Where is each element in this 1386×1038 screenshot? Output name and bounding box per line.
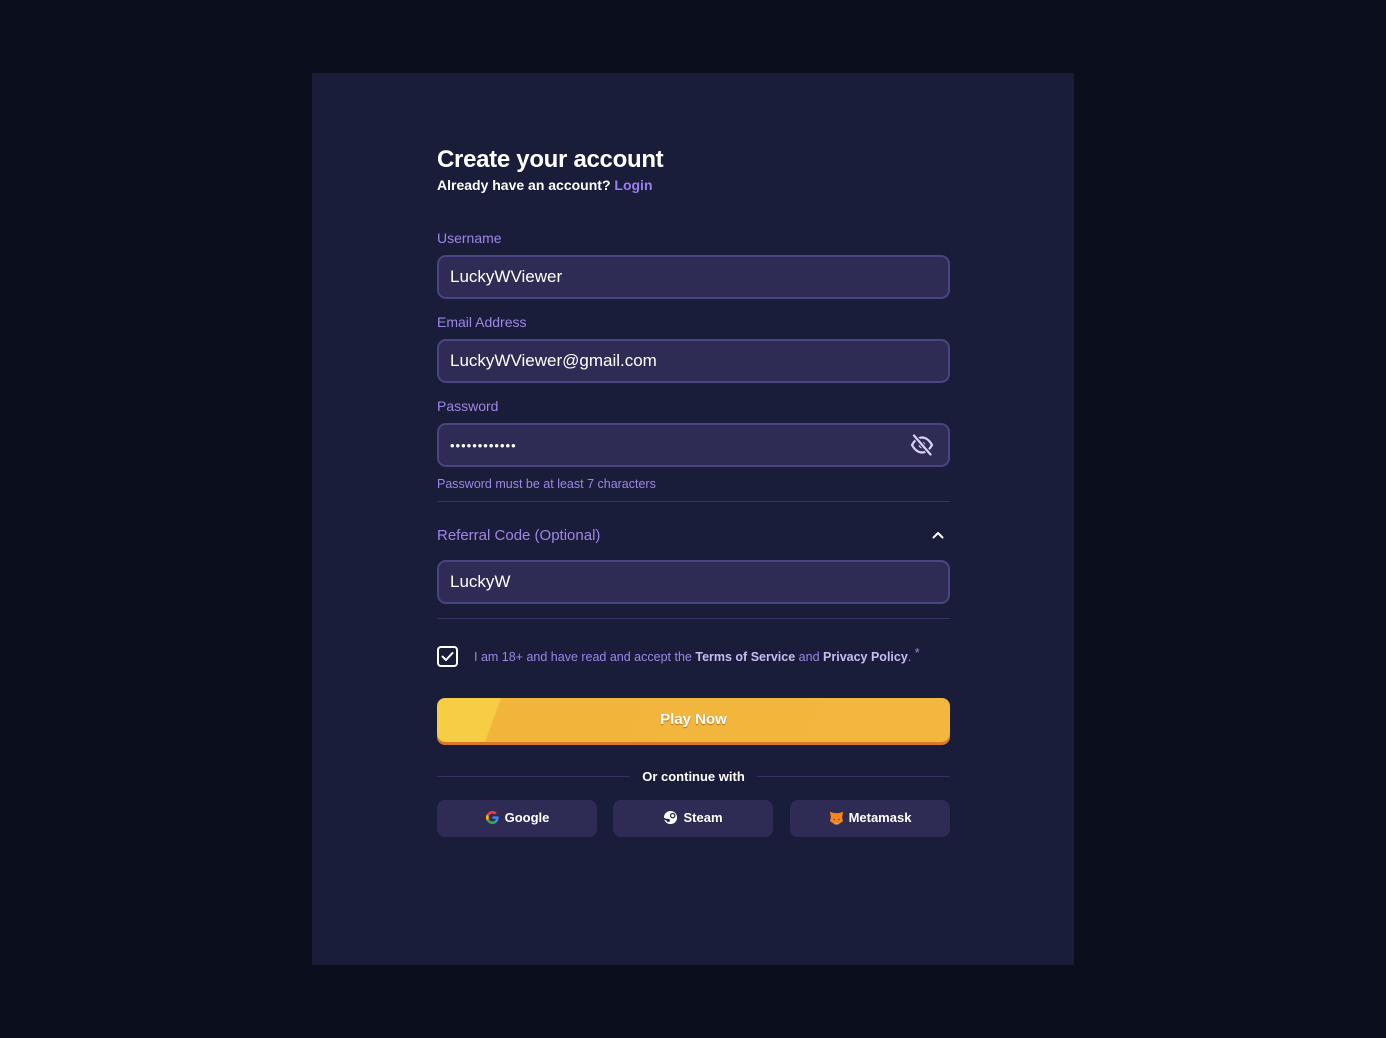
login-link[interactable]: Login (614, 177, 652, 193)
referral-code-toggle[interactable]: Referral Code (Optional) (437, 525, 950, 547)
referral-label: Referral Code (Optional) (437, 527, 601, 544)
referral-field-wrapper (437, 560, 950, 604)
google-label: Google (504, 810, 550, 825)
steam-label: Steam (683, 810, 723, 825)
terms-text-after: . (907, 650, 912, 664)
chevron-up-icon (932, 532, 944, 539)
play-now-button[interactable]: Play Now (437, 698, 950, 742)
email-input[interactable] (450, 341, 890, 381)
metamask-login-button[interactable]: Metamask (790, 800, 950, 837)
username-input[interactable] (450, 257, 890, 297)
password-label: Password (437, 398, 499, 414)
email-field-wrapper (437, 339, 950, 383)
username-label: Username (437, 230, 502, 246)
metamask-icon (829, 811, 843, 825)
required-mark: * (914, 646, 920, 660)
divider (437, 618, 950, 619)
eye-off-icon (910, 434, 934, 456)
terms-text-and: and (798, 650, 820, 664)
or-continue-with-text: Or continue with (642, 769, 745, 784)
play-now-label: Play Now (660, 711, 727, 728)
email-label: Email Address (437, 314, 527, 330)
checkmark-icon (441, 652, 454, 661)
terms-of-service-link[interactable]: Terms of Service (695, 650, 795, 664)
terms-text: I am 18+ and have read and accept the Te… (474, 646, 920, 664)
password-input[interactable] (450, 425, 890, 465)
google-login-button[interactable]: Google (437, 800, 597, 837)
steam-icon (663, 810, 678, 825)
login-prompt-text: Already have an account? (437, 177, 611, 193)
username-field-wrapper (437, 255, 950, 299)
privacy-policy-link[interactable]: Privacy Policy (823, 650, 908, 664)
password-field-wrapper (437, 423, 950, 467)
signup-panel: Create your account Already have an acco… (312, 73, 1074, 965)
password-hint: Password must be at least 7 characters (437, 477, 656, 491)
google-icon (485, 810, 499, 825)
terms-text-before: I am 18+ and have read and accept the (474, 650, 692, 664)
referral-input[interactable] (450, 562, 890, 602)
divider (437, 501, 950, 502)
terms-checkbox[interactable] (437, 646, 458, 667)
login-prompt: Already have an account? Login (437, 177, 653, 193)
toggle-password-visibility-button[interactable] (910, 434, 934, 456)
metamask-label: Metamask (848, 810, 912, 825)
page-title: Create your account (437, 146, 664, 173)
steam-login-button[interactable]: Steam (613, 800, 773, 837)
